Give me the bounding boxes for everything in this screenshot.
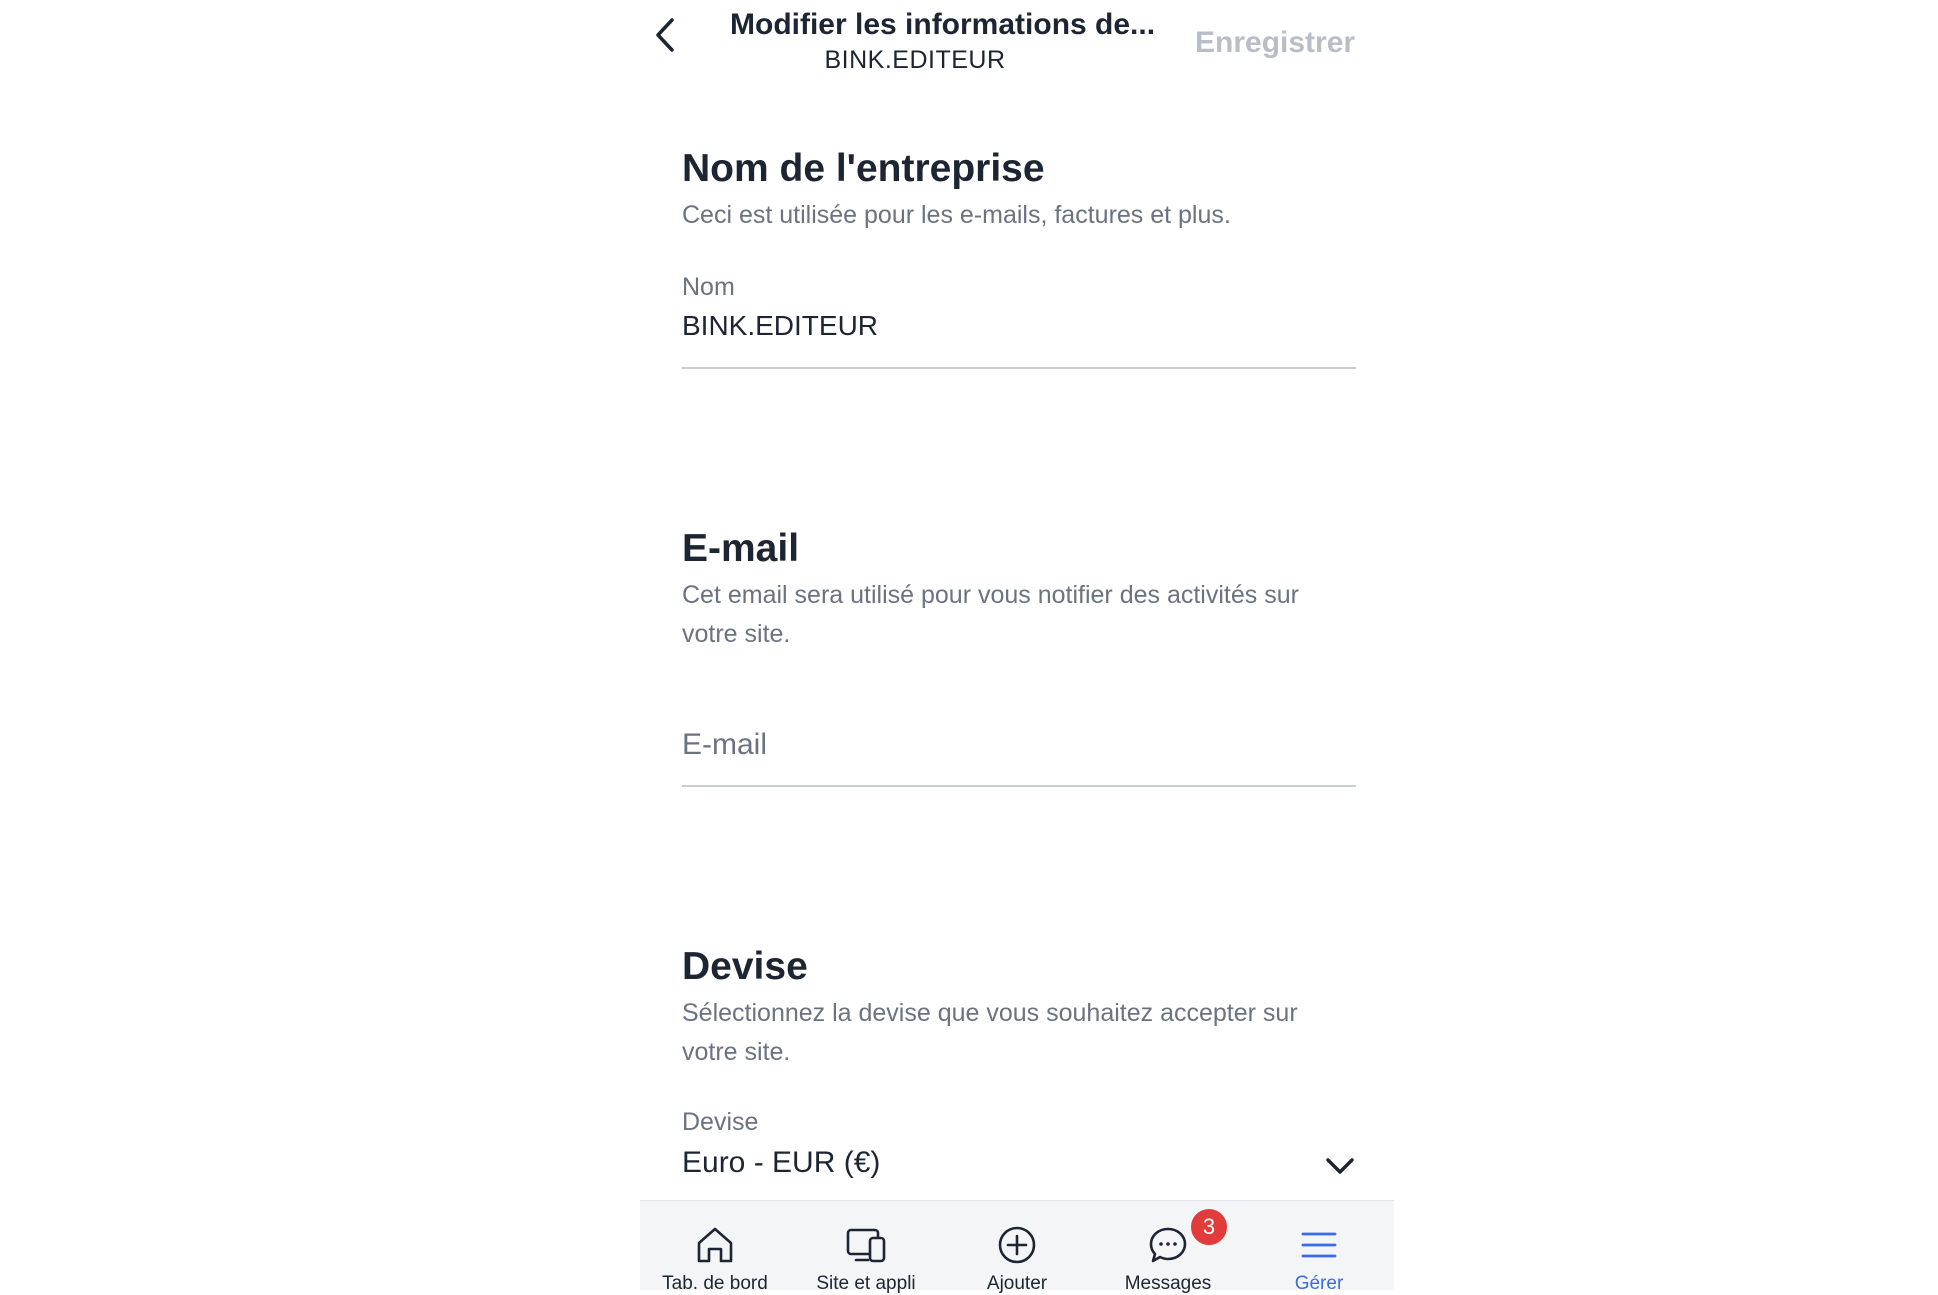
tab-add-label: Ajouter: [986, 1273, 1048, 1294]
email-description: Cet email sera utilisé pour vous notifie…: [682, 581, 1299, 648]
home-icon: [697, 1227, 733, 1263]
devices-icon: [846, 1228, 886, 1263]
currency-field-label: Devise: [682, 1108, 759, 1136]
chat-icon: [1149, 1227, 1187, 1263]
tab-messages-label: Messages: [1124, 1273, 1212, 1294]
edit-business-info-screen: Modifier les informations de... BINK.EDI…: [640, 0, 1394, 1294]
name-input[interactable]: BINK.EDITEUR: [682, 268, 1356, 368]
tab-site-and-app-label: Site et appli: [816, 1273, 916, 1294]
tab-manage[interactable]: Gérer: [1244, 1201, 1394, 1294]
currency-description: Sélectionnez la devise que vous souhaite…: [682, 999, 1298, 1066]
chevron-down-icon: [1326, 1158, 1354, 1174]
tab-manage-label: Gérer: [1294, 1273, 1344, 1294]
email-input-underline: [682, 785, 1356, 787]
tab-site-and-app[interactable]: Site et appli: [791, 1201, 941, 1294]
tab-messages[interactable]: 3 Messages: [1093, 1201, 1243, 1294]
currency-selected-value: Euro - EUR (€): [682, 1146, 881, 1179]
add-circle-icon: [998, 1226, 1036, 1264]
tab-dashboard[interactable]: Tab. de bord: [640, 1201, 790, 1294]
tab-add[interactable]: Ajouter: [942, 1201, 1092, 1294]
back-button[interactable]: [648, 10, 688, 60]
email-heading: E-mail: [682, 527, 800, 570]
name-input-underline: [682, 367, 1356, 369]
chevron-left-icon: [656, 18, 674, 52]
email-input[interactable]: E-mail: [682, 715, 1356, 785]
currency-heading: Devise: [682, 945, 808, 988]
business-name-heading: Nom de l'entreprise: [682, 147, 1045, 190]
email-input-placeholder: E-mail: [682, 728, 768, 761]
messages-badge: 3: [1189, 1207, 1229, 1247]
bottom-tab-bar: Tab. de bord Site et appli Ajouter 3 Mes…: [640, 1200, 1394, 1294]
menu-icon: [1301, 1232, 1337, 1258]
save-button[interactable]: Enregistrer: [1195, 26, 1355, 60]
tab-dashboard-label: Tab. de bord: [662, 1273, 768, 1294]
business-name-description: Ceci est utilisée pour les e-mails, fact…: [682, 201, 1231, 229]
currency-select[interactable]: Euro - EUR (€): [682, 1140, 1356, 1196]
page-subtitle: BINK.EDITEUR: [824, 46, 1006, 74]
page-title: Modifier les informations de...: [730, 8, 1156, 41]
name-input-value: BINK.EDITEUR: [682, 310, 879, 341]
